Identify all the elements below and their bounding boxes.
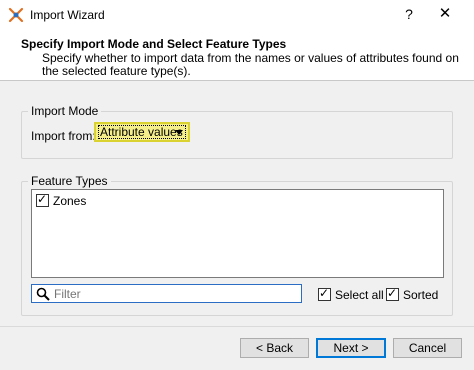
feature-types-label: Feature Types [28, 174, 111, 188]
import-mode-label: Import Mode [28, 104, 102, 118]
select-all-label: Select all [335, 287, 384, 302]
cancel-button[interactable]: Cancel [393, 338, 462, 358]
feature-types-list[interactable]: ✓ Zones [31, 189, 444, 278]
page-description: Specify whether to import data from the … [42, 51, 459, 78]
footer-divider [0, 326, 474, 327]
title-bar: Import Wizard ? ✕ [0, 0, 474, 30]
back-button[interactable]: < Back [240, 338, 309, 358]
filter-box[interactable] [31, 284, 302, 303]
header-divider [0, 80, 474, 81]
wizard-app-icon [8, 7, 24, 23]
checkmark-icon: ✓ [387, 286, 398, 301]
import-from-label: Import from: [31, 129, 96, 143]
import-mode-group: Import Mode Import from: Attribute value… [21, 104, 453, 159]
sorted-checkbox[interactable]: ✓ [386, 286, 399, 302]
page-title: Specify Import Mode and Select Feature T… [21, 37, 287, 51]
filter-input[interactable] [54, 285, 294, 302]
window-title: Import Wizard [30, 8, 105, 22]
import-from-dropdown[interactable]: Attribute values [94, 122, 190, 142]
list-item[interactable]: ✓ Zones [36, 192, 87, 209]
wizard-header: Specify Import Mode and Select Feature T… [0, 30, 474, 80]
feature-types-group: Feature Types ✓Zones ✓Select all ✓Sorted [21, 174, 453, 316]
select-all-checkbox[interactable]: ✓ [318, 286, 331, 302]
select-all-option[interactable]: ✓ Select all [318, 286, 384, 302]
help-button[interactable]: ? [398, 4, 420, 24]
dropdown-arrow-icon [175, 130, 183, 135]
checkmark-icon: ✓ [319, 286, 330, 301]
close-button[interactable]: ✕ [430, 4, 460, 24]
sorted-option[interactable]: ✓ Sorted [386, 286, 439, 302]
zones-label: Zones [53, 193, 87, 208]
zones-checkbox[interactable]: ✓ [36, 192, 49, 208]
next-button[interactable]: Next > [316, 338, 386, 358]
checkmark-icon: ✓ [37, 192, 48, 207]
search-icon [36, 287, 50, 301]
import-from-selected-value: Attribute values [98, 125, 186, 139]
sorted-label: Sorted [403, 287, 439, 302]
